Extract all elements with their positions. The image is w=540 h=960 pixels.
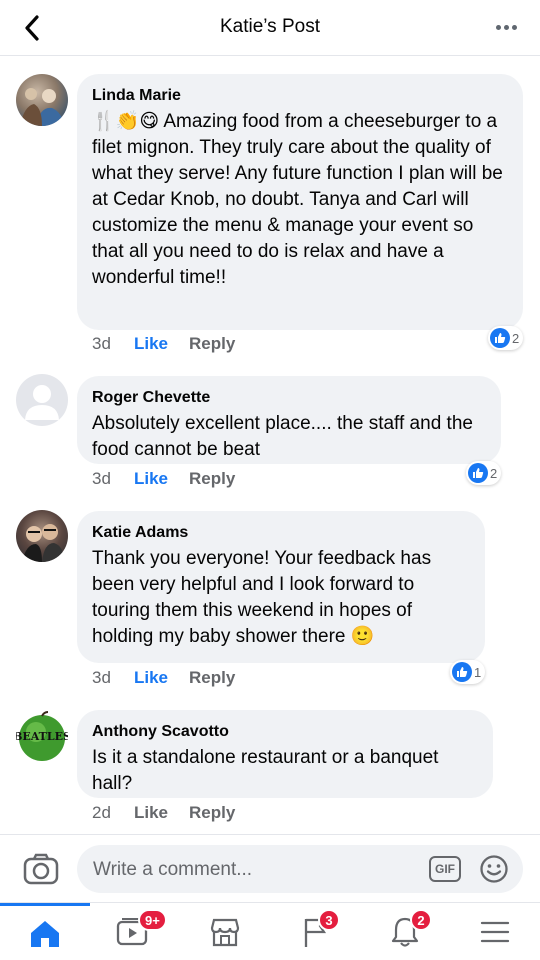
camera-icon xyxy=(23,853,59,885)
top-bar: Katie’s Post xyxy=(0,0,540,56)
like-reaction-icon xyxy=(490,328,510,348)
dot xyxy=(503,24,509,30)
reply-button[interactable]: Reply xyxy=(189,334,235,354)
comment-body: Thank you everyone! Your feedback has be… xyxy=(92,548,432,647)
like-button[interactable]: Like xyxy=(134,803,189,823)
comment-body: Is it a standalone restaurant or a banqu… xyxy=(92,747,439,794)
reaction-number: 1 xyxy=(474,664,482,680)
emoji-group: 🍴👏😋 xyxy=(92,111,160,132)
bottom-nav: 9+ 3 2 xyxy=(0,902,540,960)
reaction-number: 2 xyxy=(490,465,498,481)
nav-home[interactable] xyxy=(0,903,90,960)
menu-icon xyxy=(480,921,510,943)
comment-input[interactable]: Write a comment... GIF xyxy=(77,845,523,893)
comment-author[interactable]: Katie Adams xyxy=(92,523,470,543)
comment-author[interactable]: Roger Chevette xyxy=(92,388,486,408)
like-button[interactable]: Like xyxy=(134,668,189,688)
nav-pages[interactable]: 3 xyxy=(270,903,360,960)
avatar[interactable] xyxy=(16,510,68,562)
comment-bubble[interactable]: Roger Chevette Absolutely excellent plac… xyxy=(77,376,501,464)
reply-button[interactable]: Reply xyxy=(189,469,235,489)
reply-button[interactable]: Reply xyxy=(189,668,235,688)
watch-badge: 9+ xyxy=(138,909,167,931)
nav-menu[interactable] xyxy=(450,903,540,960)
comment-time: 2d xyxy=(92,803,111,822)
comment-composer: Write a comment... GIF xyxy=(0,834,540,902)
comment-author[interactable]: Anthony Scavotto xyxy=(92,722,478,742)
nav-notifications[interactable]: 2 xyxy=(360,903,450,960)
comment-time: 3d xyxy=(92,334,111,353)
like-button[interactable]: Like xyxy=(134,334,189,354)
comment-body: Amazing food from a cheeseburger to a fi… xyxy=(92,111,503,288)
comment-text: 🍴👏😋 Amazing food from a cheeseburger to … xyxy=(92,109,508,291)
like-reaction-icon xyxy=(468,463,488,483)
reaction-count[interactable]: 2 xyxy=(466,461,502,485)
nav-watch[interactable]: 9+ xyxy=(90,903,180,960)
gif-button[interactable]: GIF xyxy=(429,856,461,882)
comment-bubble[interactable]: Linda Marie 🍴👏😋 Amazing food from a chee… xyxy=(77,74,523,330)
default-avatar-icon xyxy=(25,385,59,420)
emoji: 🙂 xyxy=(350,626,375,647)
comment-actions: 2d Like Reply xyxy=(92,803,235,823)
avatar[interactable] xyxy=(16,374,68,426)
like-reaction-icon xyxy=(452,662,472,682)
comment-bubble[interactable]: Anthony Scavotto Is it a standalone rest… xyxy=(77,710,493,798)
dot xyxy=(495,24,501,30)
home-icon xyxy=(31,920,59,947)
nav-marketplace[interactable] xyxy=(180,903,270,960)
comment-actions: 3d Like Reply xyxy=(92,334,235,354)
comment-text: Thank you everyone! Your feedback has be… xyxy=(92,546,470,650)
comment-actions: 3d Like Reply xyxy=(92,469,235,489)
comment-bubble[interactable]: Katie Adams Thank you everyone! Your fee… xyxy=(77,511,485,663)
marketplace-icon xyxy=(210,918,240,947)
smiley-icon xyxy=(480,855,508,883)
comment-placeholder: Write a comment... xyxy=(93,859,253,880)
dot xyxy=(511,24,517,30)
reaction-count[interactable]: 1 xyxy=(450,660,486,684)
notifications-badge: 2 xyxy=(410,909,432,931)
more-options-button[interactable] xyxy=(486,12,526,42)
comment-actions: 3d Like Reply xyxy=(92,668,235,688)
apple-logo-avatar: BEATLES xyxy=(16,711,68,761)
camera-button[interactable] xyxy=(22,852,60,886)
avatar[interactable]: BEATLES xyxy=(16,710,68,762)
like-button[interactable]: Like xyxy=(134,469,189,489)
avatar[interactable] xyxy=(16,74,68,126)
reply-button[interactable]: Reply xyxy=(189,803,235,823)
pages-badge: 3 xyxy=(318,909,340,931)
comment-author[interactable]: Linda Marie xyxy=(92,86,508,106)
comment-time: 3d xyxy=(92,668,111,687)
page-title: Katie’s Post xyxy=(220,16,320,37)
emoji-button[interactable] xyxy=(479,854,509,884)
comment-body: Absolutely excellent place.... the staff… xyxy=(92,413,473,460)
reaction-number: 2 xyxy=(512,330,520,346)
comment-time: 3d xyxy=(92,469,111,488)
avatar-logo-text: BEATLES xyxy=(16,730,68,743)
reaction-count[interactable]: 2 xyxy=(488,326,524,350)
